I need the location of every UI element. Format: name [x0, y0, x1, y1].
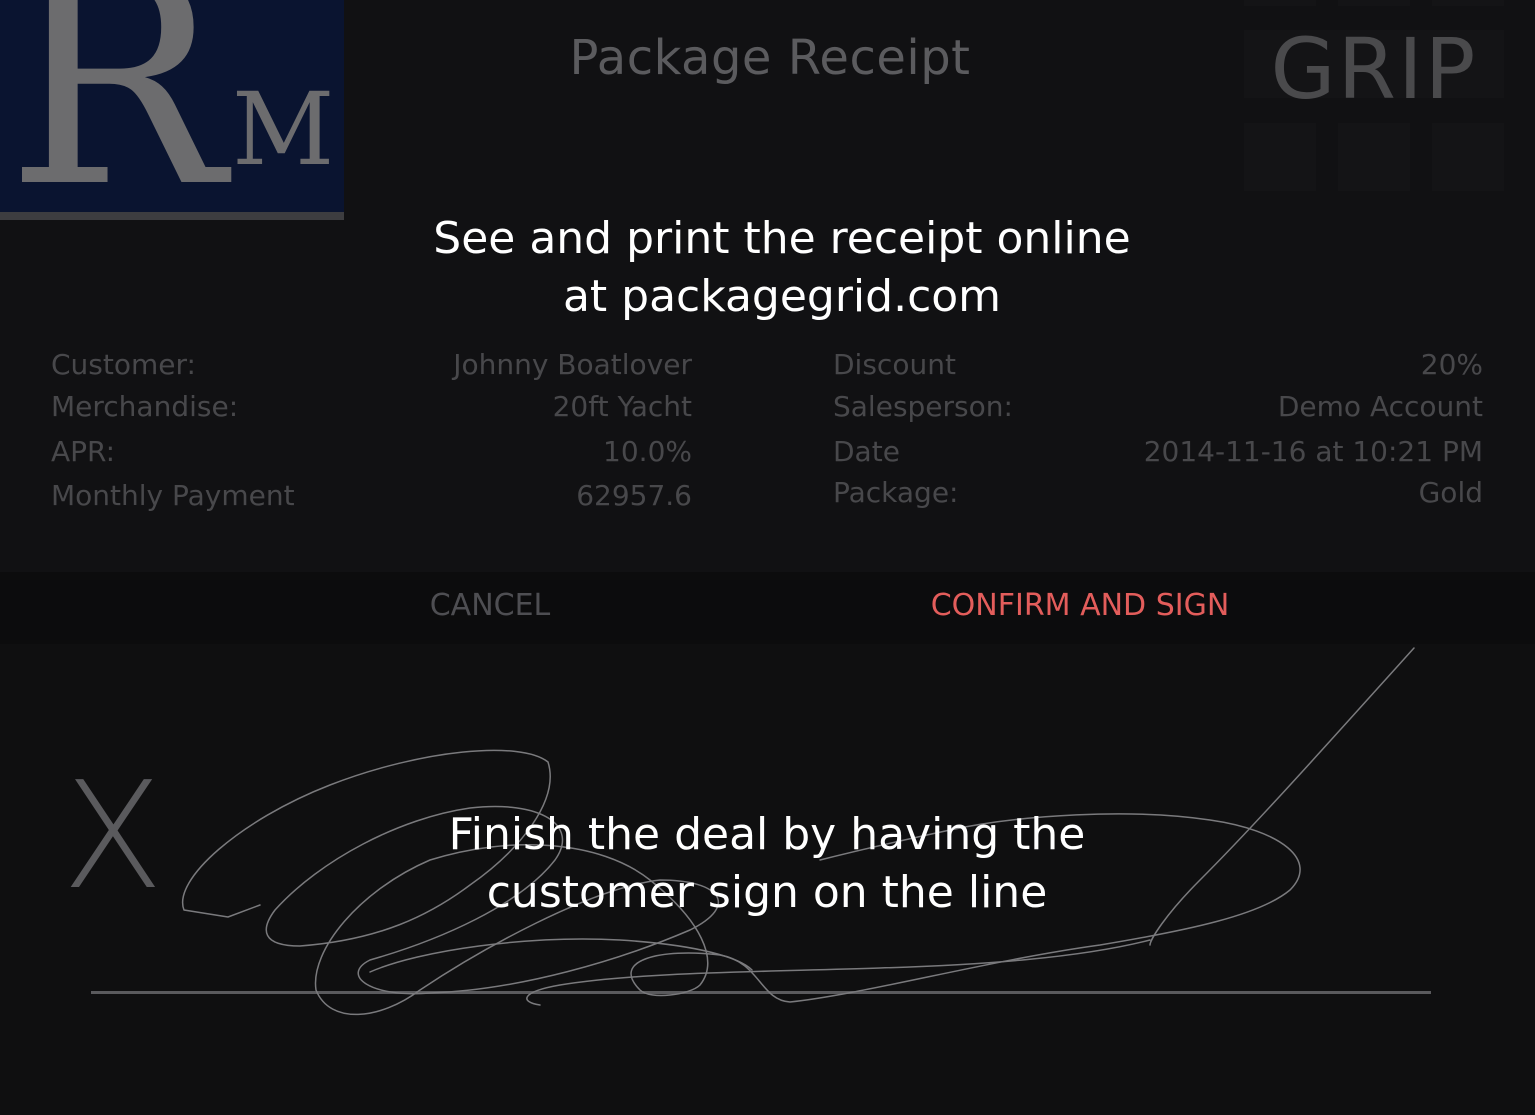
receipt-screen: R M Package Receipt GRIP See and print t…	[0, 0, 1535, 1115]
tip-line: customer sign on the line	[486, 867, 1048, 918]
sign-instruction-tip: Finish the deal by having the customer s…	[367, 806, 1167, 922]
signature-stroke	[181, 647, 1415, 1016]
tip-line: Finish the deal by having the	[448, 809, 1086, 860]
